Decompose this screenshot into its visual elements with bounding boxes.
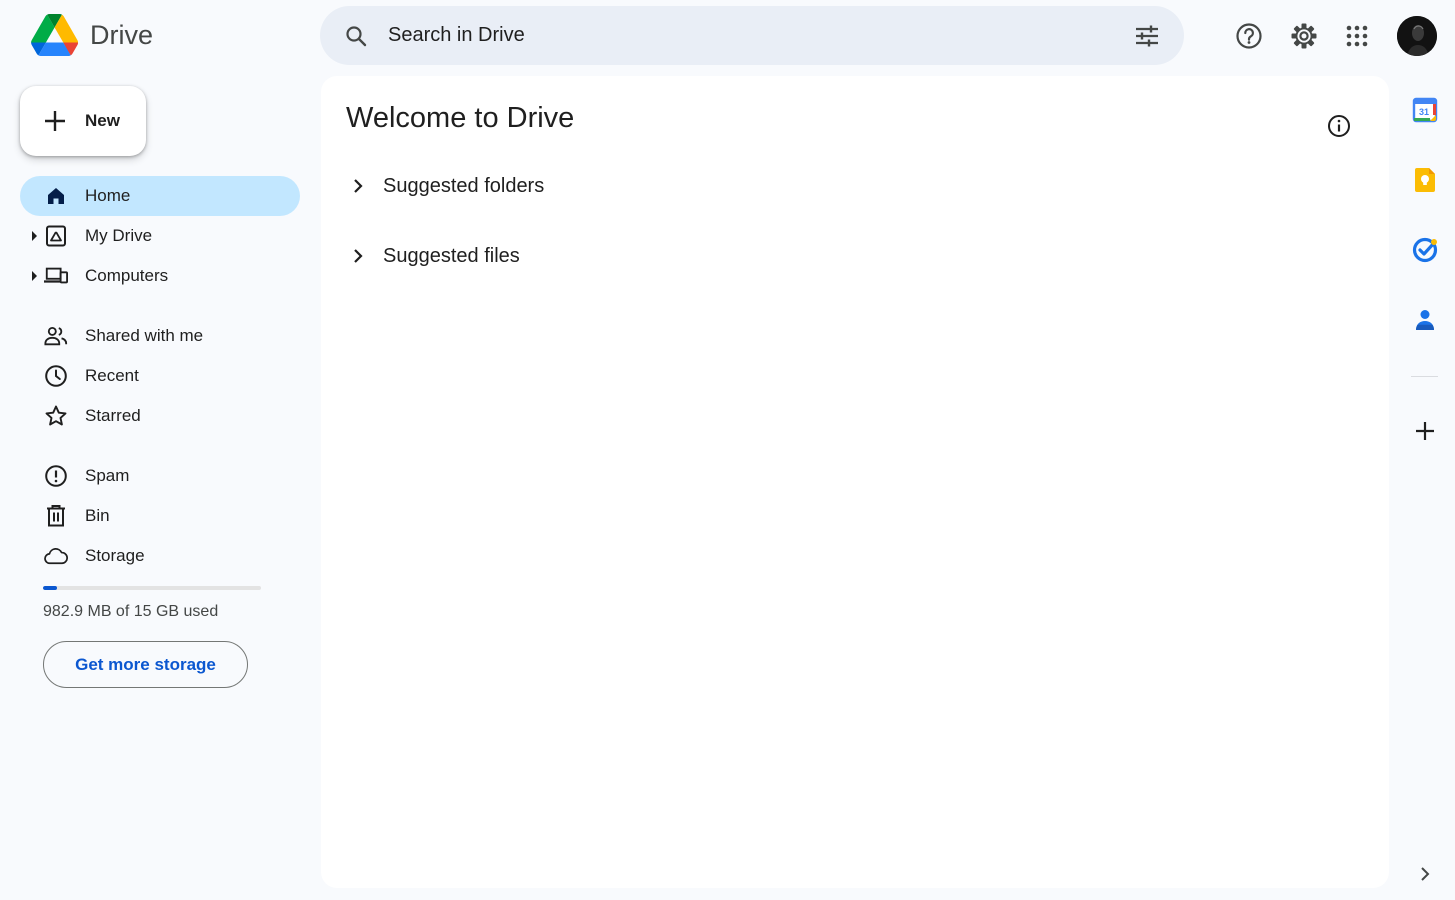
drive-logo[interactable]: Drive: [31, 14, 153, 56]
search-options-icon[interactable]: [1132, 21, 1162, 51]
cloud-icon: [44, 544, 68, 568]
search-icon[interactable]: [342, 22, 370, 50]
people-icon: [44, 324, 68, 348]
section-label: Suggested folders: [383, 174, 545, 197]
sidebar-item-my-drive[interactable]: My Drive: [20, 216, 300, 256]
sidebar-item-home[interactable]: Home: [20, 176, 300, 216]
sidebar-item-spam[interactable]: Spam: [20, 456, 300, 496]
calendar-day-number: 31: [1419, 107, 1429, 117]
account-avatar[interactable]: [1397, 16, 1437, 56]
app-name: Drive: [90, 19, 154, 50]
sidebar-item-bin[interactable]: Bin: [20, 496, 300, 536]
new-button[interactable]: New: [20, 86, 146, 156]
section-label: Suggested files: [383, 244, 520, 267]
plus-icon: [43, 109, 67, 133]
chevron-right-icon: [346, 174, 370, 198]
expand-side-panel-icon[interactable]: [1408, 857, 1442, 891]
tasks-icon[interactable]: [1408, 233, 1442, 267]
settings-icon[interactable]: [1284, 16, 1324, 56]
contacts-icon[interactable]: [1408, 303, 1442, 337]
drive-logo-icon: [31, 14, 78, 56]
trash-icon: [44, 504, 68, 528]
sidebar-item-label: Recent: [85, 366, 139, 385]
get-more-storage-button[interactable]: Get more storage: [43, 641, 248, 688]
storage-usage-bar: [43, 586, 261, 590]
sidebar-item-label: Spam: [85, 466, 130, 485]
sidebar-item-computers[interactable]: Computers: [20, 256, 300, 296]
sidebar-item-label: Starred: [85, 406, 141, 425]
sidebar-item-label: Home: [85, 186, 131, 205]
main-content: Welcome to Drive Suggested folders Sugge…: [321, 76, 1389, 888]
storage-usage-fill: [43, 586, 57, 590]
sidebar-item-label: Storage: [85, 546, 145, 565]
sidebar-item-shared-with-me[interactable]: Shared with me: [20, 316, 300, 356]
page-title: Welcome to Drive: [346, 102, 575, 134]
help-icon[interactable]: [1229, 16, 1269, 56]
my-drive-icon: [44, 224, 68, 248]
sidebar-item-label: Computers: [85, 266, 169, 285]
keep-icon[interactable]: [1408, 163, 1442, 197]
new-button-label: New: [85, 111, 120, 130]
chevron-right-icon: [346, 244, 370, 268]
sidebar-item-label: Shared with me: [85, 326, 204, 345]
computers-icon: [44, 264, 68, 288]
spam-icon: [44, 464, 68, 488]
star-icon: [44, 404, 68, 428]
add-addon-icon[interactable]: [1408, 414, 1442, 448]
calendar-icon[interactable]: 31: [1408, 93, 1442, 127]
expand-caret-icon[interactable]: [32, 271, 40, 281]
sidebar-item-label: Bin: [85, 506, 110, 525]
sidebar-item-label: My Drive: [85, 226, 153, 245]
sidebar-item-starred[interactable]: Starred: [20, 396, 300, 436]
expand-caret-icon[interactable]: [32, 231, 40, 241]
search-bar[interactable]: [320, 6, 1184, 65]
search-input[interactable]: [386, 23, 1090, 48]
home-icon: [44, 184, 68, 208]
storage-usage-text: 982.9 MB of 15 GB used: [43, 603, 219, 620]
section-suggested-files[interactable]: Suggested files: [346, 236, 520, 276]
clock-icon: [44, 364, 68, 388]
rail-divider: [1411, 376, 1438, 377]
apps-grid-icon[interactable]: [1337, 16, 1377, 56]
info-icon[interactable]: [1326, 113, 1352, 139]
sidebar-item-recent[interactable]: Recent: [20, 356, 300, 396]
section-suggested-folders[interactable]: Suggested folders: [346, 166, 544, 206]
sidebar-item-storage[interactable]: Storage: [20, 536, 300, 576]
